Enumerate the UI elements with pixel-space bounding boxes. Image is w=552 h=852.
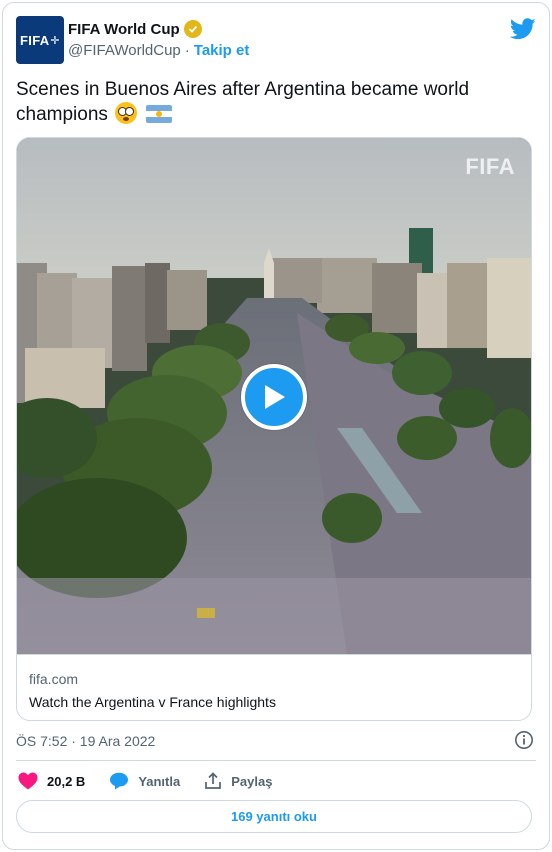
share-button[interactable]: Paylaş <box>204 772 272 790</box>
info-icon[interactable] <box>514 730 534 750</box>
handle-row: @FIFAWorldCup · Takip et <box>68 42 249 59</box>
play-button[interactable] <box>241 364 307 430</box>
twitter-bird-icon[interactable] <box>510 18 536 40</box>
argentina-flag-emoji-icon <box>146 105 173 123</box>
like-button[interactable]: 20,2 B <box>18 772 85 790</box>
fifa-watermark: FIFA <box>465 154 515 179</box>
tweet-body: Scenes in Buenos Aires after Argentina b… <box>16 79 470 125</box>
avatar-text: FIFA <box>20 32 50 48</box>
media-card[interactable]: FIFA fifa.com Watch the Argentina v Fran… <box>16 137 532 721</box>
avatar[interactable]: FIFA ✛ <box>16 16 64 64</box>
tweet-timestamp[interactable]: ÖS 7:52 · 19 Ara 2022 <box>16 733 155 749</box>
reply-label: Yanıtla <box>138 773 181 789</box>
heart-icon <box>18 772 38 790</box>
follow-link[interactable]: Takip et <box>194 42 250 59</box>
avatar-plus-icon: ✛ <box>50 34 60 47</box>
like-count: 20,2 B <box>47 773 86 789</box>
link-preview[interactable]: fifa.com Watch the Argentina v France hi… <box>17 654 531 720</box>
handle[interactable]: @FIFAWorldCup <box>68 42 181 59</box>
link-title: Watch the Argentina v France highlights <box>29 694 276 710</box>
read-replies-button[interactable]: 169 yanıtı oku <box>16 800 532 833</box>
display-name[interactable]: FIFA World Cup <box>68 21 180 38</box>
reply-bubble-icon <box>110 772 129 790</box>
play-icon <box>265 385 285 409</box>
separator: · <box>184 42 190 59</box>
flushed-face-emoji-icon <box>115 102 138 124</box>
divider <box>16 760 536 761</box>
tweet-text: Scenes in Buenos Aires after Argentina b… <box>16 78 526 127</box>
name-row: FIFA World Cup <box>68 20 202 38</box>
verified-badge-icon <box>183 20 202 38</box>
video-thumbnail[interactable]: FIFA <box>17 138 531 654</box>
tweet-header: FIFA ✛ FIFA World Cup @FIFAWorldCup · Tak… <box>16 16 536 66</box>
reply-button[interactable]: Yanıtla <box>109 772 180 790</box>
action-bar: 20,2 B Yanıtla Paylaş <box>18 770 296 792</box>
link-domain: fifa.com <box>29 671 79 687</box>
share-label: Paylaş <box>231 773 273 789</box>
share-upload-icon <box>205 772 222 789</box>
